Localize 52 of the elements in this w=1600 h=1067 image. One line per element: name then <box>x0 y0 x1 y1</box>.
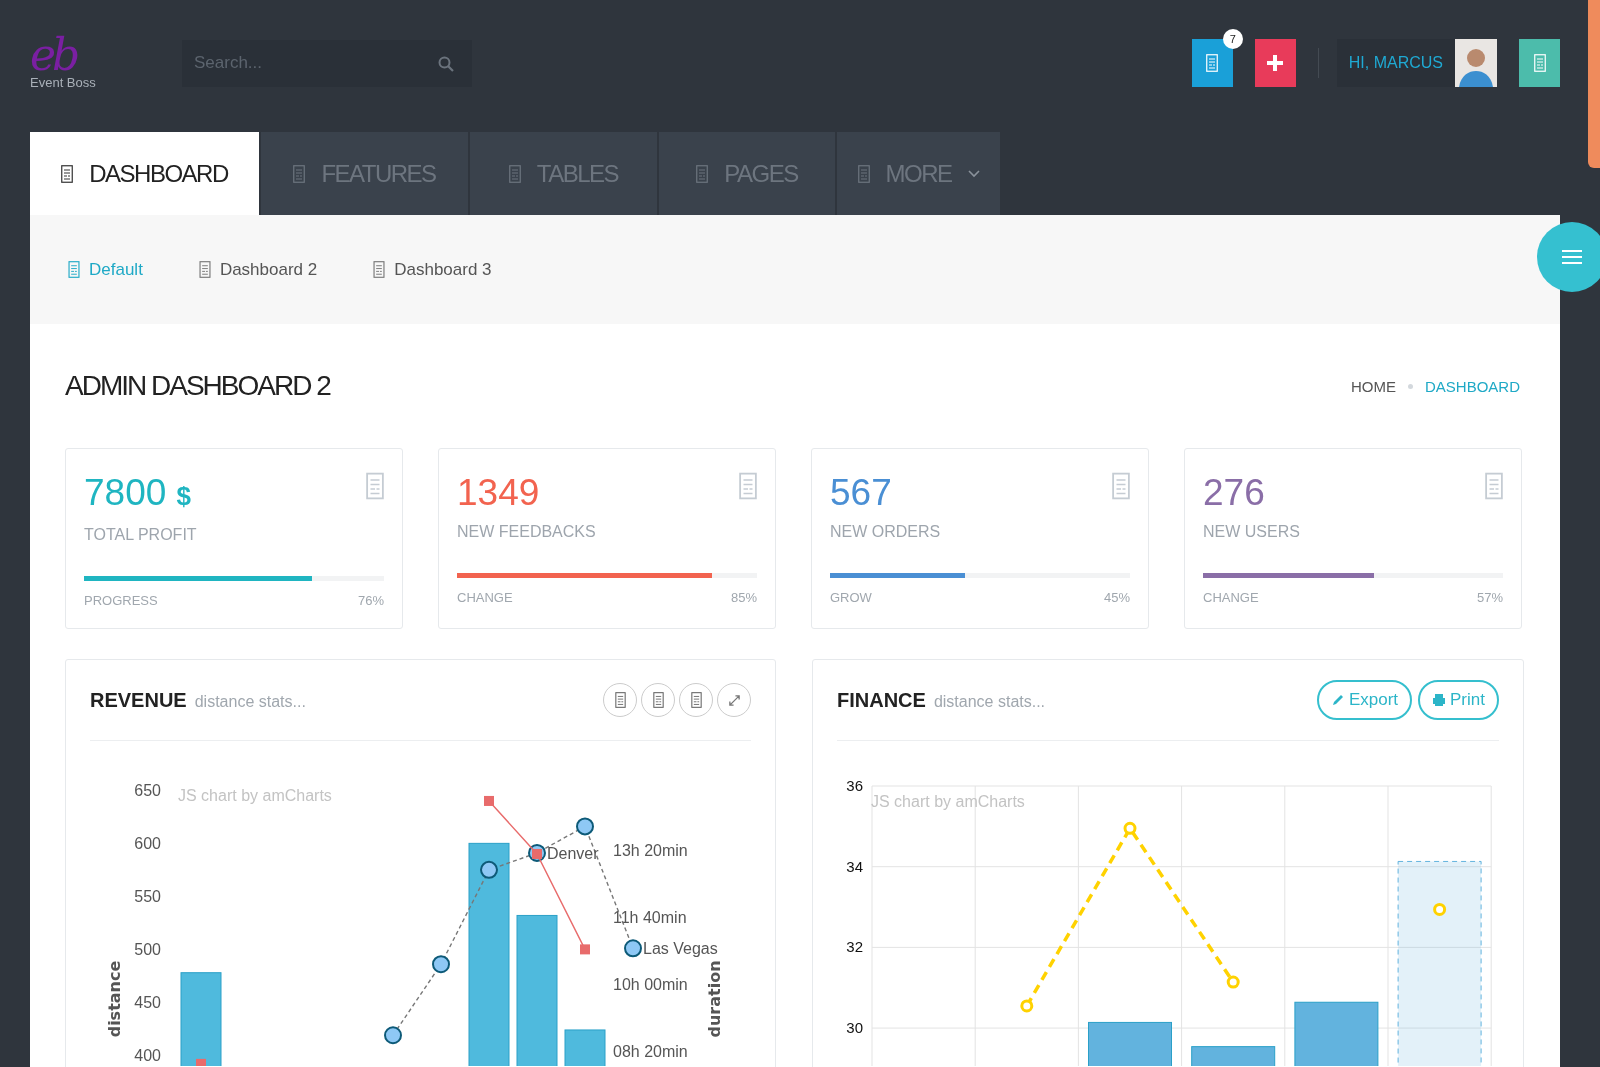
progress-caption: CHANGE <box>457 590 513 605</box>
axis-label: 600 <box>134 835 161 853</box>
axis-label: 36 <box>846 777 863 794</box>
progress-caption: PROGRESS <box>84 593 158 608</box>
axis-label: 34 <box>846 857 863 875</box>
axis-label: 10h 00min <box>613 976 688 993</box>
stat-value: 567 <box>830 471 892 515</box>
stat-value: 1349 <box>457 471 540 515</box>
print-button[interactable]: Print <box>1418 680 1499 720</box>
axis-label: 650 <box>134 782 161 800</box>
panel-subtitle: distance stats... <box>933 692 1046 710</box>
panel-subtitle: distance stats... <box>194 692 306 710</box>
notification-badge: 7 <box>1222 29 1243 49</box>
panel-title: REVENUE <box>90 688 187 711</box>
subnav-link[interactable]: Dashboard 3 <box>373 259 492 280</box>
subnav-link[interactable]: Default <box>68 259 143 280</box>
stat-label: NEW ORDERS <box>830 523 942 541</box>
axis-label: 550 <box>134 888 161 906</box>
progress-percent: 57% <box>1476 590 1503 605</box>
axis-title: distance <box>105 960 124 1038</box>
progress-percent: 85% <box>730 590 757 605</box>
axis-label: 13h 20min <box>613 842 688 859</box>
chart-credit: JS chart by amCharts <box>178 787 332 804</box>
progress-caption: GROW <box>830 590 872 605</box>
progress-caption: CHANGE <box>1203 590 1259 605</box>
breadcrumb-link[interactable]: DASHBOARD <box>1424 377 1520 395</box>
export-button[interactable]: Export <box>1316 680 1413 720</box>
subnav-link[interactable]: Dashboard 2 <box>198 259 318 280</box>
chart-credit: JS chart by amCharts <box>871 793 1025 810</box>
stat-label: NEW USERS <box>1203 523 1301 541</box>
point-label: Las Vegas <box>643 940 718 958</box>
stat-label: NEW FEEDBACKS <box>457 523 597 541</box>
axis-label: 450 <box>134 994 161 1012</box>
progress-percent: 76% <box>357 593 384 608</box>
axis-label: 08h 20min <box>613 1043 688 1060</box>
axis-label: 30 <box>846 1019 863 1037</box>
axis-label: 11h 40min <box>613 909 687 926</box>
panel-title: FINANCE <box>837 688 926 711</box>
logo-mark: eb <box>30 34 77 75</box>
point-label: Denver <box>547 844 599 862</box>
axis-label: 400 <box>134 1047 161 1065</box>
stat-value: 276 <box>1203 471 1265 515</box>
axis-title: duration <box>705 960 724 1038</box>
page-title: ADMIN DASHBOARD 2 <box>65 370 330 402</box>
axis-label: 32 <box>846 938 863 956</box>
stat-label: TOTAL PROFIT <box>84 526 198 544</box>
logo-text: Event Boss <box>30 74 97 90</box>
stat-value: 7800 $ <box>84 471 192 515</box>
breadcrumb-link[interactable]: HOME <box>1350 377 1396 395</box>
progress-percent: 45% <box>1103 590 1130 605</box>
axis-label: 500 <box>134 941 161 959</box>
nav-tab[interactable]: DASHBOARD <box>30 132 259 215</box>
